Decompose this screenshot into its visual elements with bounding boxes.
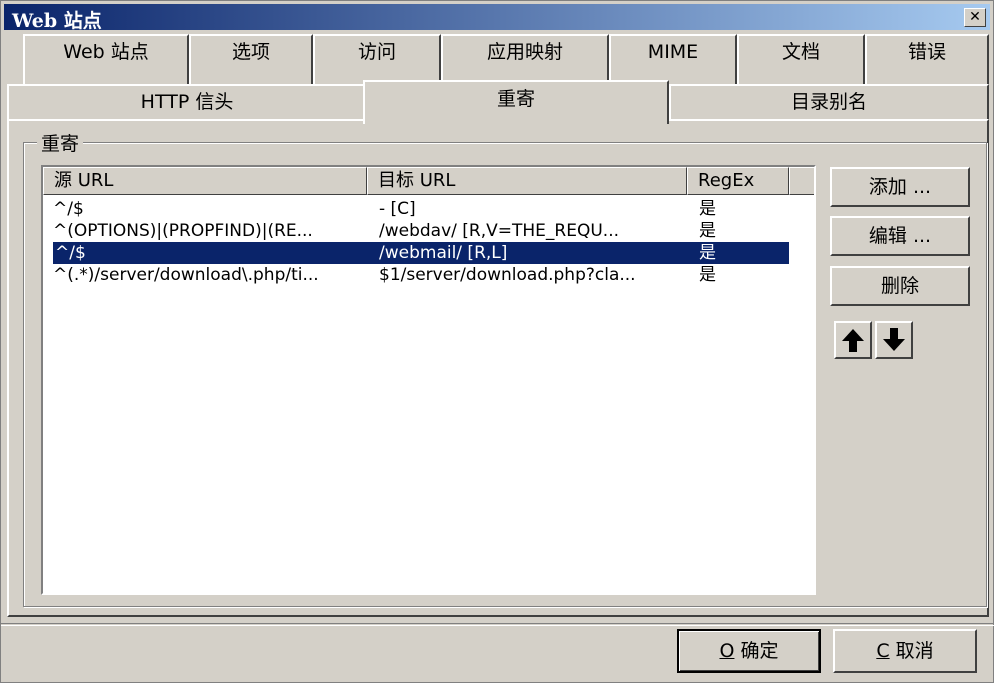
tab-access[interactable]: 访问 [313,34,441,84]
tab-documents[interactable]: 文档 [737,34,865,84]
cell-target: /webmail/ [R,L] [379,243,508,263]
cell-regex: 是 [699,243,716,263]
column-header-filler [789,167,814,195]
tab-label: 重寄 [496,88,535,110]
column-label: RegEx [698,170,755,191]
button-label: 删除 [880,275,919,297]
tab-label: 应用映射 [486,41,563,63]
cell-target: /webdav/ [R,V=THE_REQU... [379,221,620,241]
column-label: 源 URL [54,170,114,191]
cell-regex: 是 [699,221,716,241]
delete-button[interactable]: 删除 [830,266,970,306]
move-up-button[interactable] [834,321,872,359]
cancel-button[interactable]: C 取消 [833,629,977,673]
cell-target: $1/server/download.php?cla... [379,265,636,285]
ok-label: 确定 [734,640,779,662]
cell-target: - [C] [379,199,416,219]
table-row[interactable]: ^/$ - [C] 是 [53,198,813,220]
redirects-list[interactable]: 源 URL 目标 URL RegEx ^/$ - [C] 是 ^(OPTIONS… [41,165,816,595]
tab-label: 选项 [231,41,270,63]
tab-options[interactable]: 选项 [189,34,313,84]
tab-label: 访问 [357,41,396,63]
cancel-accelerator: C [876,640,890,662]
title-bar[interactable]: Web 站点 ✕ [4,4,990,32]
tab-web-site[interactable]: Web 站点 [23,34,189,84]
tab-label: MIME [647,41,699,63]
add-button[interactable]: 添加 ... [830,167,970,207]
table-row[interactable]: ^(.*)/server/download\.php/ti... $1/serv… [53,264,813,286]
cell-source: ^/$ [53,199,84,219]
button-label: 编辑 ... [868,225,932,247]
cell-regex: 是 [699,199,716,219]
cell-source: ^/$ [55,243,86,263]
tab-app-mapping[interactable]: 应用映射 [441,34,609,84]
ok-accelerator: O [719,640,735,662]
list-header: 源 URL 目标 URL RegEx [43,167,814,195]
cancel-label: 取消 [889,640,934,662]
cell-regex: 是 [699,265,716,285]
tab-label: 错误 [907,41,946,63]
table-row-selected[interactable]: ^/$ /webmail/ [R,L] 是 [52,241,790,265]
cell-source: ^(.*)/server/download\.php/ti... [53,265,319,285]
move-down-button[interactable] [875,321,913,359]
footer-separator [1,623,994,625]
close-icon: ✕ [969,9,981,25]
edit-button[interactable]: 编辑 ... [830,216,970,256]
column-header-source-url[interactable]: 源 URL [43,167,367,195]
window-title: Web 站点 [12,10,102,32]
table-row[interactable]: ^(OPTIONS)|(PROPFIND)|(RE... /webdav/ [R… [53,220,813,242]
column-header-regex[interactable]: RegEx [687,167,789,195]
column-label: 目标 URL [378,170,456,191]
close-button[interactable]: ✕ [964,8,986,27]
tab-mime[interactable]: MIME [609,34,737,84]
tab-label: Web 站点 [63,41,149,63]
button-label: 添加 ... [868,176,932,198]
tab-redirects[interactable]: 重寄 [363,80,669,124]
dialog-window: Web 站点 ✕ Web 站点 选项 访问 应用映射 MIME 文档 错误 HT… [0,0,994,683]
tab-label: HTTP 信头 [140,91,234,113]
tab-label: 目录别名 [790,91,867,113]
arrow-down-icon [883,328,905,351]
arrow-up-icon [842,329,864,352]
groupbox-label: 重寄 [37,129,84,156]
tab-http-headers[interactable]: HTTP 信头 [7,84,367,121]
tab-errors[interactable]: 错误 [865,34,989,84]
cell-source: ^(OPTIONS)|(PROPFIND)|(RE... [53,221,313,241]
ok-button[interactable]: O 确定 [677,629,821,673]
tab-label: 文档 [781,41,820,63]
tab-directory-aliases[interactable]: 目录别名 [669,84,989,121]
column-header-target-url[interactable]: 目标 URL [367,167,687,195]
